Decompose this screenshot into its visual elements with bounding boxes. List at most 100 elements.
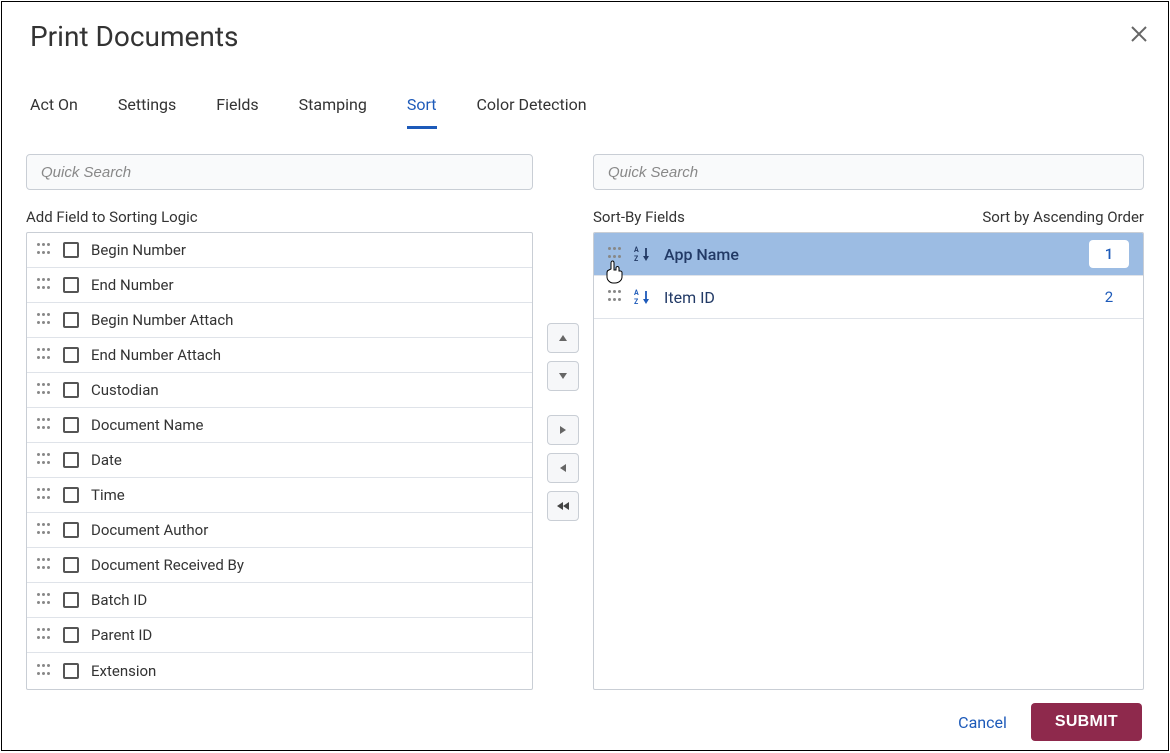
list-item[interactable]: End Number Attach xyxy=(27,338,532,373)
field-checkbox[interactable] xyxy=(63,592,79,608)
modal-body: Add Field to Sorting Logic Begin Number E… xyxy=(2,130,1168,690)
tab-stamping[interactable]: Stamping xyxy=(299,91,367,129)
sort-ascending-heading: Sort by Ascending Order xyxy=(982,208,1144,226)
field-checkbox[interactable] xyxy=(63,557,79,573)
sort-by-fields-list[interactable]: AZApp Name1AZItem ID2 xyxy=(593,232,1144,690)
sort-row[interactable]: AZ App Name 1 xyxy=(594,233,1143,276)
drag-handle-icon[interactable] xyxy=(37,558,51,572)
sort-row[interactable]: AZ Item ID 2 xyxy=(594,276,1143,319)
left-panel-heading: Add Field to Sorting Logic xyxy=(26,208,533,226)
list-item[interactable]: Parent ID xyxy=(27,618,532,653)
double-triangle-left-icon xyxy=(556,501,570,511)
drag-handle-icon[interactable] xyxy=(37,523,51,537)
drag-handle-icon[interactable] xyxy=(37,418,51,432)
field-label: Begin Number xyxy=(91,241,186,259)
field-label: Document Received By xyxy=(91,556,244,574)
sort-field-label: Item ID xyxy=(664,288,1077,307)
sort-order-value[interactable]: 2 xyxy=(1089,283,1129,311)
field-label: Custodian xyxy=(91,381,159,399)
field-checkbox[interactable] xyxy=(63,663,79,679)
drag-handle-icon[interactable] xyxy=(37,383,51,397)
available-fields-list[interactable]: Begin Number End Number Begin Number Attac… xyxy=(26,232,533,690)
field-checkbox[interactable] xyxy=(63,242,79,258)
sort-order-value[interactable]: 1 xyxy=(1089,240,1129,268)
field-checkbox[interactable] xyxy=(63,417,79,433)
close-icon xyxy=(1130,25,1148,43)
field-checkbox[interactable] xyxy=(63,347,79,363)
move-up-button[interactable] xyxy=(547,323,579,353)
field-label: End Number Attach xyxy=(91,346,221,364)
cancel-button[interactable]: Cancel xyxy=(958,713,1007,732)
list-item[interactable]: Extension xyxy=(27,653,532,688)
modal-footer: Cancel SUBMIT xyxy=(2,694,1168,750)
list-item[interactable]: End Number xyxy=(27,268,532,303)
right-panel: Sort-By Fields Sort by Ascending Order A… xyxy=(593,154,1144,690)
left-search-input[interactable] xyxy=(26,154,533,190)
field-checkbox[interactable] xyxy=(63,627,79,643)
drag-handle-icon[interactable] xyxy=(37,488,51,502)
triangle-left-icon xyxy=(558,463,568,473)
list-item[interactable]: Time xyxy=(27,478,532,513)
list-item[interactable]: Begin Number Attach xyxy=(27,303,532,338)
list-item[interactable]: Document Received By xyxy=(27,548,532,583)
drag-handle-icon[interactable] xyxy=(608,290,622,304)
list-item[interactable]: Date xyxy=(27,443,532,478)
drag-handle-icon[interactable] xyxy=(37,243,51,257)
field-label: Extension xyxy=(91,662,156,680)
sort-az-icon[interactable]: AZ xyxy=(634,245,652,263)
list-item[interactable]: Document Author xyxy=(27,513,532,548)
modal-header: Print Documents xyxy=(2,2,1168,63)
mover-buttons xyxy=(541,154,585,690)
tab-color-detection[interactable]: Color Detection xyxy=(477,91,587,129)
list-item[interactable]: Begin Number xyxy=(27,233,532,268)
drag-handle-icon[interactable] xyxy=(37,593,51,607)
field-label: Date xyxy=(91,451,122,469)
field-checkbox[interactable] xyxy=(63,522,79,538)
submit-button[interactable]: SUBMIT xyxy=(1031,703,1142,741)
close-button[interactable] xyxy=(1130,25,1148,47)
drag-handle-icon[interactable] xyxy=(37,278,51,292)
field-label: Parent ID xyxy=(91,626,152,644)
triangle-down-icon xyxy=(558,371,568,381)
sort-az-icon[interactable]: AZ xyxy=(634,288,652,306)
field-checkbox[interactable] xyxy=(63,382,79,398)
drag-handle-icon[interactable] xyxy=(608,247,622,261)
drag-handle-icon[interactable] xyxy=(37,664,51,678)
field-checkbox[interactable] xyxy=(63,452,79,468)
sort-field-label: App Name xyxy=(664,245,1077,264)
move-right-button[interactable] xyxy=(547,415,579,445)
field-checkbox[interactable] xyxy=(63,312,79,328)
svg-text:A: A xyxy=(634,246,639,254)
tabs: Act On Settings Fields Stamping Sort Color De… xyxy=(2,91,1168,130)
field-checkbox[interactable] xyxy=(63,487,79,503)
svg-text:Z: Z xyxy=(634,298,639,306)
field-label: Time xyxy=(91,486,125,504)
move-left-button[interactable] xyxy=(547,453,579,483)
drag-handle-icon[interactable] xyxy=(37,313,51,327)
field-label: Document Name xyxy=(91,416,204,434)
print-documents-modal: Print Documents Act On Settings Fields Stam… xyxy=(1,1,1169,751)
field-label: End Number xyxy=(91,276,174,294)
sort-by-fields-heading: Sort-By Fields xyxy=(593,208,685,226)
field-label: Begin Number Attach xyxy=(91,311,233,329)
right-search-input[interactable] xyxy=(593,154,1144,190)
tab-act-on[interactable]: Act On xyxy=(30,91,78,129)
triangle-up-icon xyxy=(558,333,568,343)
field-label: Document Author xyxy=(91,521,208,539)
list-item[interactable]: Document Name xyxy=(27,408,532,443)
field-checkbox[interactable] xyxy=(63,277,79,293)
modal-title: Print Documents xyxy=(30,20,1140,53)
list-item[interactable]: Custodian xyxy=(27,373,532,408)
tab-fields[interactable]: Fields xyxy=(216,91,258,129)
drag-handle-icon[interactable] xyxy=(37,348,51,362)
right-panel-headings: Sort-By Fields Sort by Ascending Order xyxy=(593,208,1144,226)
triangle-right-icon xyxy=(558,425,568,435)
drag-handle-icon[interactable] xyxy=(37,453,51,467)
move-down-button[interactable] xyxy=(547,361,579,391)
move-all-left-button[interactable] xyxy=(547,491,579,521)
tab-sort[interactable]: Sort xyxy=(407,91,437,129)
left-panel: Add Field to Sorting Logic Begin Number E… xyxy=(26,154,533,690)
list-item[interactable]: Batch ID xyxy=(27,583,532,618)
drag-handle-icon[interactable] xyxy=(37,628,51,642)
tab-settings[interactable]: Settings xyxy=(118,91,176,129)
